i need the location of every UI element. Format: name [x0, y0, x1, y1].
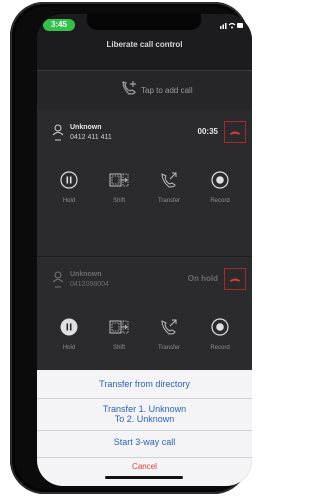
- add-call-icon: [122, 81, 136, 95]
- shift-icon: [109, 320, 129, 334]
- shift-label: Shift: [112, 198, 125, 204]
- transfer-option-line-2: To 2. Unknown: [114, 414, 175, 424]
- add-call-button[interactable]: Tap to add call: [37, 70, 252, 112]
- shift-icon: [109, 173, 129, 187]
- record-icon: [211, 318, 229, 336]
- record-label: Record: [210, 345, 230, 351]
- hold-status: On hold: [187, 274, 218, 283]
- pause-icon: [60, 171, 78, 189]
- page-title: Liberate call control: [106, 40, 183, 49]
- transfer-icon: [161, 172, 177, 188]
- transfer-label: Transfer: [157, 345, 181, 351]
- shift-button[interactable]: Shift: [95, 317, 143, 351]
- sheet-divider: [37, 457, 252, 458]
- device-notch: [87, 14, 201, 30]
- record-icon: [211, 171, 229, 189]
- hangup-icon: [229, 131, 241, 135]
- caller-name: Unknown: [70, 124, 102, 131]
- resume-button[interactable]: Hold: [45, 317, 93, 351]
- hold-label: Hold: [62, 198, 76, 204]
- shift-button[interactable]: Shift: [95, 170, 143, 204]
- home-indicator[interactable]: [105, 476, 183, 479]
- transfer-to-other-call-option[interactable]: Transfer 1. Unknown To 2. Unknown: [37, 404, 252, 424]
- person-icon: [52, 124, 64, 141]
- start-3-way-call-option[interactable]: Start 3-way call: [37, 437, 252, 447]
- phone-screen: 3:45 Liberate call control Tap to add ca…: [37, 14, 252, 486]
- record-label: Record: [210, 198, 230, 204]
- sheet-divider: [37, 430, 252, 431]
- transfer-label: Transfer: [157, 198, 181, 204]
- hold-button[interactable]: Hold: [45, 170, 93, 204]
- cancel-button[interactable]: Cancel: [37, 462, 252, 471]
- record-button[interactable]: Record: [196, 317, 244, 351]
- shift-label: Shift: [112, 345, 125, 351]
- transfer-button[interactable]: Transfer: [145, 317, 193, 351]
- transfer-button[interactable]: Transfer: [145, 170, 193, 204]
- hangup-icon: [229, 278, 241, 282]
- caller-number: 0412098004: [70, 281, 109, 288]
- record-button[interactable]: Record: [196, 170, 244, 204]
- person-icon: [52, 271, 64, 288]
- add-call-label: Tap to add call: [141, 86, 193, 95]
- caller-name: Unknown: [70, 271, 102, 278]
- phone-frame: 3:45 Liberate call control Tap to add ca…: [10, 2, 252, 494]
- transfer-from-directory-option[interactable]: Transfer from directory: [37, 379, 252, 389]
- status-time: 3:45: [43, 19, 75, 31]
- transfer-icon: [161, 319, 177, 335]
- call-timer: 00:35: [197, 127, 218, 136]
- signal-wifi-battery-icon: [220, 22, 243, 29]
- transfer-option-line-1: Transfer 1. Unknown: [102, 404, 187, 414]
- hangup-button[interactable]: [224, 268, 246, 290]
- caller-number: 0412 411 411: [70, 134, 112, 141]
- status-bar: 3:45: [37, 14, 252, 34]
- active-call-panel: Unknown 0412 411 411 00:35 Hold Shift Tr…: [37, 110, 252, 256]
- hangup-button[interactable]: [224, 121, 246, 143]
- pause-icon: [60, 318, 78, 336]
- hold-label: Hold: [62, 345, 76, 351]
- sheet-divider: [37, 398, 252, 399]
